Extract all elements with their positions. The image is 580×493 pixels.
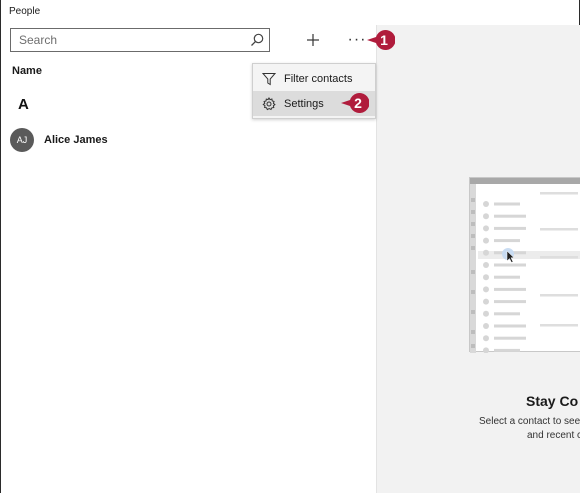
illustration-rail-mark [471,270,475,274]
illustration-line [494,300,526,304]
illustration-rail-mark [471,310,475,314]
list-header-name[interactable]: Name [12,65,42,77]
illustration-dot [483,286,489,293]
illustration-line [494,287,526,291]
illustration-detail-line [540,256,578,259]
illustration-dot [483,335,489,342]
illustration-rail-mark [471,290,475,294]
illustration-dot [483,237,489,244]
illustration-dot [483,262,489,268]
callout-number: 2 [354,95,362,111]
illustration-line [494,275,520,279]
step-callout-2: 2 [341,93,369,113]
illustration-detail-line [540,294,578,297]
people-window: People ··· Name A AJ Alice James [0,0,580,493]
filter-icon [262,72,276,85]
illustration-rail-mark [471,198,475,202]
illustration-rail-mark [471,246,475,250]
illustration-rows [471,192,580,353]
illustration-line [494,312,520,316]
illustration-line [494,263,526,267]
app-title: People [9,6,41,17]
illustration-rail-mark [471,330,475,334]
contact-alice-james[interactable]: AJ Alice James [10,127,250,153]
illustration-dot [483,249,489,256]
illustration-line [494,226,526,230]
menu-item-filter-contacts[interactable]: Filter contacts [253,66,375,91]
illustration-dot [483,225,489,232]
illustration-line [494,348,520,352]
illustration-detail-line [540,324,578,327]
contact-detail-pane: Stay Co Select a contact to see and rece… [376,25,580,493]
group-letter[interactable]: A [18,96,29,113]
menu-item-label: Settings [284,97,324,110]
avatar: AJ [10,128,34,152]
empty-state-title: Stay Co [526,393,579,409]
gear-icon [262,96,276,110]
search-box[interactable] [10,28,270,52]
illustration-rail-mark [471,222,475,226]
empty-state-illustration [469,177,580,353]
illustration-detail-line [540,228,578,231]
add-contact-button[interactable] [301,28,325,52]
illustration-dot [483,213,489,220]
illustration-line [494,239,520,243]
illustration-line [494,324,526,328]
menu-item-label: Filter contacts [284,72,353,85]
illustration-line [494,336,526,340]
illustration-dot [483,347,489,353]
illustration-dot [483,323,489,329]
illustration-rail-mark [471,210,475,214]
callout-number: 1 [380,32,388,48]
step-callout-1: 1 [367,30,395,50]
illustration-dot [483,274,489,281]
illustration-rail-mark [471,234,475,238]
illustration-dot [483,310,489,317]
illustration-rail-mark [471,344,475,348]
search-icon[interactable] [249,32,265,48]
plus-icon [307,34,319,46]
empty-state-text-line2: and recent c [527,430,580,441]
illustration-line [494,202,520,206]
empty-state-text-line1: Select a contact to see [479,416,580,427]
search-input[interactable] [11,29,245,50]
illustration-dot [483,201,489,207]
contact-name: Alice James [44,134,108,146]
illustration-detail-line [540,192,578,195]
illustration-line [494,214,526,218]
illustration-dot [483,298,489,305]
more-options-button[interactable]: ··· [345,28,369,52]
